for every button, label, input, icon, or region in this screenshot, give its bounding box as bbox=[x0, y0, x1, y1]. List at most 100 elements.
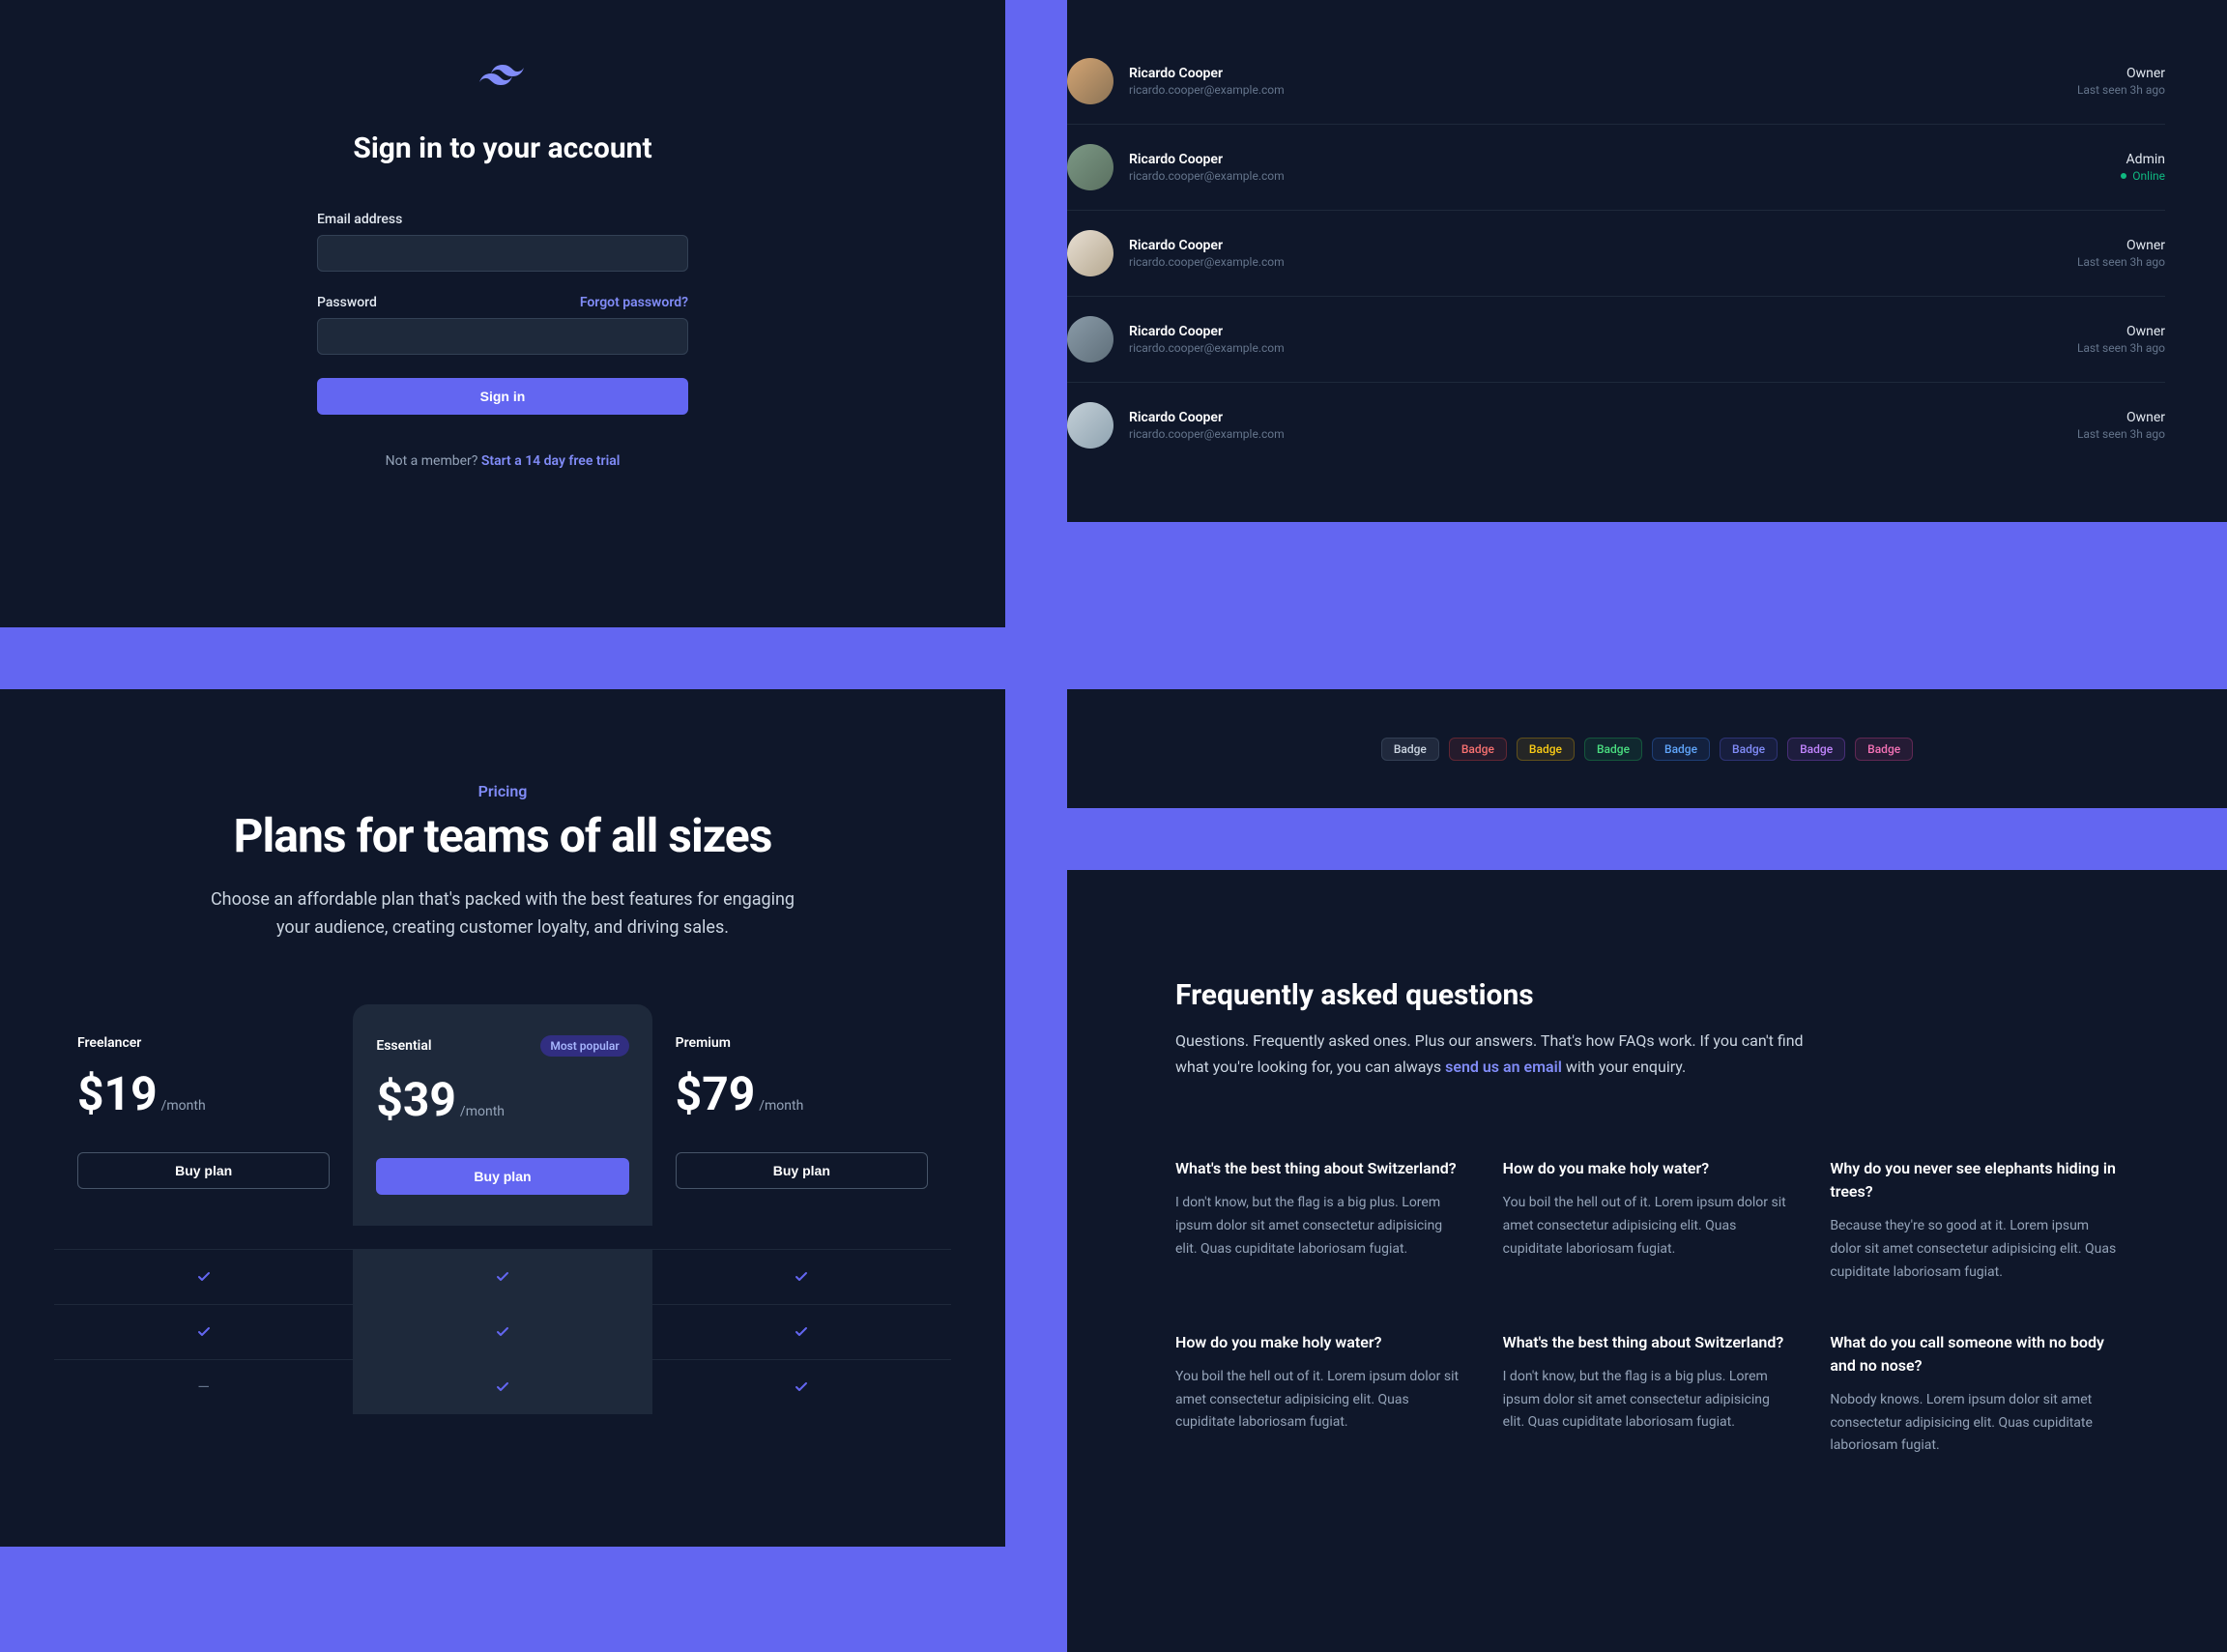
popular-badge: Most popular bbox=[540, 1035, 628, 1057]
signin-panel: Sign in to your account Email address Pa… bbox=[0, 0, 1005, 627]
faq-email-link[interactable]: send us an email bbox=[1445, 1058, 1562, 1076]
faq-item: What's the best thing about Switzerland?… bbox=[1503, 1331, 1792, 1458]
user-row[interactable]: Ricardo Cooper ricardo.cooper@example.co… bbox=[1067, 297, 2165, 383]
faq-question: What's the best thing about Switzerland? bbox=[1503, 1331, 1792, 1354]
badge-blue: Badge bbox=[1652, 738, 1710, 761]
signin-form: Email address Password Forgot password? … bbox=[317, 212, 688, 415]
user-role: Owner bbox=[2077, 238, 2165, 253]
plan-name: Essential bbox=[376, 1038, 431, 1054]
pricing-title: Plans for teams of all sizes bbox=[0, 808, 1005, 863]
user-row[interactable]: Ricardo Cooper ricardo.cooper@example.co… bbox=[1067, 211, 2165, 297]
feature-row bbox=[54, 1249, 951, 1304]
faq-item: What do you call someone with no body an… bbox=[1830, 1331, 2119, 1458]
user-name: Ricardo Cooper bbox=[1129, 66, 1285, 81]
faq-item: How do you make holy water? You boil the… bbox=[1503, 1157, 1792, 1284]
feature-cell bbox=[652, 1360, 951, 1414]
user-name: Ricardo Cooper bbox=[1129, 152, 1285, 167]
forgot-password-link[interactable]: Forgot password? bbox=[580, 295, 688, 310]
faq-answer: You boil the hell out of it. Lorem ipsum… bbox=[1175, 1366, 1464, 1435]
user-status: Online bbox=[2121, 169, 2165, 183]
price-plan-premium: Premium $79 /month Buy plan bbox=[652, 1004, 951, 1226]
user-row[interactable]: Ricardo Cooper ricardo.cooper@example.co… bbox=[1067, 39, 2165, 125]
plan-price: $19 bbox=[77, 1066, 158, 1121]
free-trial-link[interactable]: Start a 14 day free trial bbox=[481, 453, 621, 469]
faq-panel: Frequently asked questions Questions. Fr… bbox=[1067, 870, 2227, 1652]
badge-pink: Badge bbox=[1855, 738, 1913, 761]
badge-green: Badge bbox=[1584, 738, 1642, 761]
badge-purple: Badge bbox=[1787, 738, 1845, 761]
avatar bbox=[1067, 230, 1114, 276]
plan-unit: /month bbox=[759, 1098, 803, 1114]
check-icon bbox=[493, 1377, 512, 1397]
user-name: Ricardo Cooper bbox=[1129, 410, 1285, 425]
password-input[interactable] bbox=[317, 318, 688, 355]
feature-cell bbox=[54, 1250, 353, 1304]
user-role: Owner bbox=[2077, 324, 2165, 339]
check-icon bbox=[493, 1267, 512, 1287]
faq-title: Frequently asked questions bbox=[1175, 978, 2119, 1012]
faq-answer: Because they're so good at it. Lorem ips… bbox=[1830, 1215, 2119, 1284]
user-status: Last seen 3h ago bbox=[2077, 427, 2165, 441]
signin-title: Sign in to your account bbox=[353, 131, 651, 165]
check-icon bbox=[792, 1322, 811, 1342]
avatar bbox=[1067, 58, 1114, 104]
buy-plan-button[interactable]: Buy plan bbox=[77, 1152, 330, 1189]
faq-item: How do you make holy water? You boil the… bbox=[1175, 1331, 1464, 1458]
signin-button[interactable]: Sign in bbox=[317, 378, 688, 415]
user-status: Last seen 3h ago bbox=[2077, 255, 2165, 269]
password-label: Password bbox=[317, 295, 377, 310]
buy-plan-button[interactable]: Buy plan bbox=[376, 1158, 628, 1195]
faq-answer: I don't know, but the flag is a big plus… bbox=[1175, 1192, 1464, 1261]
badge-red: Badge bbox=[1449, 738, 1507, 761]
avatar bbox=[1067, 402, 1114, 449]
logo-icon bbox=[479, 58, 526, 93]
user-row[interactable]: Ricardo Cooper ricardo.cooper@example.co… bbox=[1067, 383, 2165, 468]
user-email: ricardo.cooper@example.com bbox=[1129, 427, 1285, 441]
check-icon bbox=[194, 1267, 214, 1287]
check-icon bbox=[792, 1267, 811, 1287]
badge-yellow: Badge bbox=[1517, 738, 1575, 761]
faq-question: How do you make holy water? bbox=[1503, 1157, 1792, 1180]
user-email: ricardo.cooper@example.com bbox=[1129, 169, 1285, 183]
user-role: Admin bbox=[2121, 152, 2165, 167]
check-icon bbox=[194, 1322, 214, 1342]
signup-prompt: Not a member? Start a 14 day free trial bbox=[386, 453, 621, 469]
pricing-subtitle: Choose an affordable plan that's packed … bbox=[193, 886, 812, 942]
faq-question: What's the best thing about Switzerland? bbox=[1175, 1157, 1464, 1180]
faq-item: What's the best thing about Switzerland?… bbox=[1175, 1157, 1464, 1284]
avatar bbox=[1067, 316, 1114, 362]
pricing-panel: Pricing Plans for teams of all sizes Cho… bbox=[0, 689, 1005, 1547]
badge-indigo: Badge bbox=[1720, 738, 1778, 761]
faq-question: What do you call someone with no body an… bbox=[1830, 1331, 2119, 1377]
feature-cell: — bbox=[54, 1360, 353, 1414]
faq-answer: Nobody knows. Lorem ipsum dolor sit amet… bbox=[1830, 1389, 2119, 1458]
badge-gray: Badge bbox=[1381, 738, 1439, 761]
faq-intro: Questions. Frequently asked ones. Plus o… bbox=[1175, 1028, 1833, 1080]
user-email: ricardo.cooper@example.com bbox=[1129, 83, 1285, 97]
check-icon bbox=[792, 1377, 811, 1397]
feature-cell bbox=[353, 1250, 651, 1304]
user-status: Last seen 3h ago bbox=[2077, 83, 2165, 97]
email-label: Email address bbox=[317, 212, 688, 227]
user-name: Ricardo Cooper bbox=[1129, 324, 1285, 339]
user-row[interactable]: Ricardo Cooper ricardo.cooper@example.co… bbox=[1067, 125, 2165, 211]
plan-price: $79 bbox=[676, 1066, 756, 1121]
plan-name: Premium bbox=[676, 1035, 731, 1051]
user-list-panel: Ricardo Cooper ricardo.cooper@example.co… bbox=[1067, 0, 2227, 522]
check-icon bbox=[493, 1322, 512, 1342]
faq-item: Why do you never see elephants hiding in… bbox=[1830, 1157, 2119, 1284]
user-role: Owner bbox=[2077, 410, 2165, 425]
badges-panel: Badge Badge Badge Badge Badge Badge Badge Badge bbox=[1067, 689, 2227, 808]
user-role: Owner bbox=[2077, 66, 2165, 81]
buy-plan-button[interactable]: Buy plan bbox=[676, 1152, 928, 1189]
price-plan-freelancer: Freelancer $19 /month Buy plan bbox=[54, 1004, 353, 1226]
feature-cell bbox=[652, 1305, 951, 1359]
faq-question: Why do you never see elephants hiding in… bbox=[1830, 1157, 2119, 1203]
avatar bbox=[1067, 144, 1114, 190]
user-email: ricardo.cooper@example.com bbox=[1129, 341, 1285, 355]
dash-icon: — bbox=[197, 1377, 210, 1396]
email-input[interactable] bbox=[317, 235, 688, 272]
price-plan-essential: Essential Most popular $39 /month Buy pl… bbox=[353, 1004, 651, 1226]
feature-cell bbox=[54, 1305, 353, 1359]
user-email: ricardo.cooper@example.com bbox=[1129, 255, 1285, 269]
